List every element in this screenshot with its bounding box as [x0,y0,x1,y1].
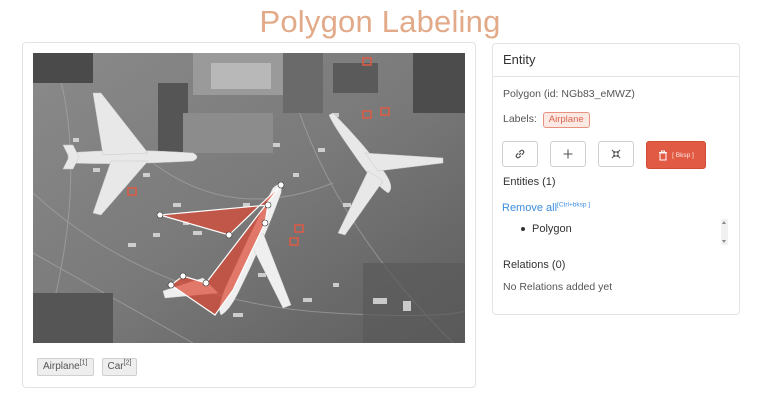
relations-title: Relations (0) [503,259,566,271]
add-button[interactable] [550,141,586,167]
plus-icon [563,149,573,159]
label-chip-car[interactable]: Car[2] [101,358,138,376]
polygon-vertex[interactable] [277,181,285,189]
collapse-button[interactable] [598,141,634,167]
entity-panel: Entity Polygon (id: NGb83_eMWZ) Labels: … [492,43,740,315]
label-chip-text: Airplane [43,361,80,372]
polygon-labeling-page: Polygon Labeling Airplane[1] Car[2] Enti… [0,0,760,401]
remove-all-label: Remove all [502,202,558,214]
no-relations-text: No Relations added yet [503,281,613,293]
trash-icon [659,150,668,160]
scroll-up-icon[interactable] [722,221,726,224]
polygon-vertex[interactable] [202,279,210,287]
airport-image[interactable] [33,53,465,343]
label-tag-airplane[interactable]: Airplane [542,112,590,128]
entity-list-scrollbar[interactable] [721,219,728,245]
polygon-vertex[interactable] [264,201,272,209]
label-chips: Airplane[1] Car[2] [37,358,138,376]
scroll-down-icon[interactable] [722,240,726,243]
link-icon [515,149,525,159]
entities-title: Entities (1) [503,176,556,188]
polygon-vertex[interactable] [261,219,269,227]
entity-labels-row: Labels: Airplane [503,112,590,128]
page-title: Polygon Labeling [259,4,501,39]
entity-list: Polygon [503,219,731,249]
polygon-vertex[interactable] [167,281,175,289]
delete-button[interactable]: [ Bksp ] [646,141,706,169]
annotation-canvas[interactable] [33,53,465,343]
collapse-arrows-icon [611,149,621,159]
label-chip-airplane[interactable]: Airplane[1] [37,358,94,376]
image-panel: Airplane[1] Car[2] [22,42,476,388]
entity-actions: [ Bksp ] [502,141,706,169]
delete-hotkey: [ Bksp ] [672,151,694,159]
entity-header: Entity [493,44,739,77]
entity-id-text: Polygon (id: NGb83_eMWZ) [503,88,635,100]
label-chip-hotkey: [1] [79,359,88,367]
label-chip-text: Car [107,361,124,372]
polygon-vertex[interactable] [179,272,187,280]
remove-all-hotkey: [Ctrl+bksp ] [557,201,591,209]
polygon-vertex[interactable] [225,231,233,239]
remove-all-link[interactable]: Remove all[Ctrl+bksp ] [502,202,590,214]
link-button[interactable] [502,141,538,167]
polygon-vertex[interactable] [156,211,164,219]
label-chip-hotkey: [2] [123,359,132,367]
list-item[interactable]: Polygon [521,223,572,235]
labels-prefix: Labels: [503,113,537,125]
